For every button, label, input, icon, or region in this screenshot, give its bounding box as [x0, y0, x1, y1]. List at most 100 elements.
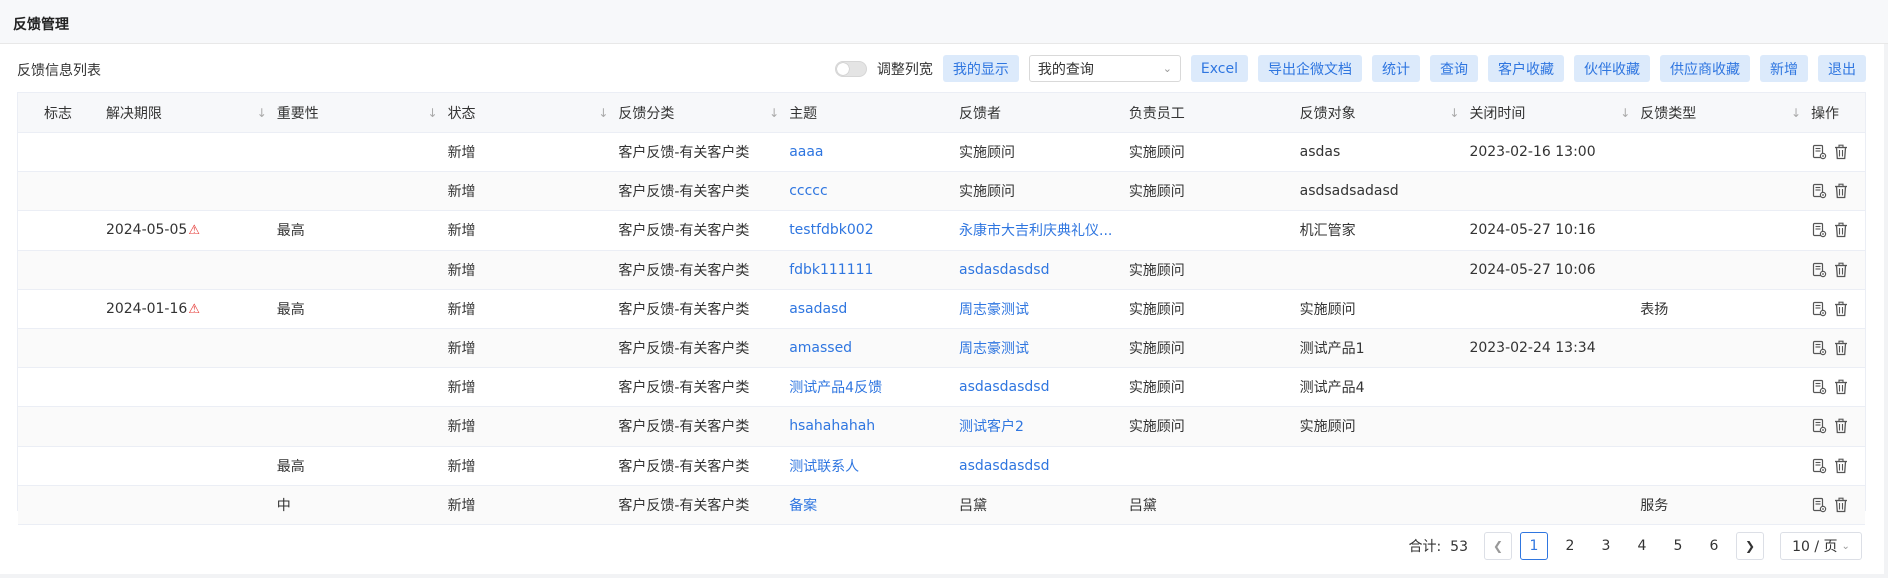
- table-row[interactable]: 新增 客户反馈-有关客户类 hsahahahah 测试客户2 实施顾问 实施顾问: [18, 407, 1865, 447]
- cell-category: 客户反馈-有关客户类: [618, 223, 750, 240]
- col-importance[interactable]: 重要性 ↓: [277, 93, 448, 132]
- page-5[interactable]: 5: [1664, 532, 1692, 560]
- trash-icon[interactable]: [1833, 458, 1849, 474]
- cell-reporter: 吕黛: [959, 497, 987, 514]
- cell-subject-link[interactable]: hsahahahah: [789, 418, 959, 434]
- edit-doc-icon[interactable]: [1811, 340, 1827, 356]
- edit-doc-icon[interactable]: [1811, 262, 1827, 278]
- sort-arrow-down-icon[interactable]: ↓: [1449, 106, 1459, 120]
- trash-icon[interactable]: [1833, 222, 1849, 238]
- edit-doc-icon[interactable]: [1811, 222, 1827, 238]
- page-4[interactable]: 4: [1628, 532, 1656, 560]
- cell-status: 新增: [447, 497, 476, 514]
- col-type[interactable]: 反馈类型 ↓: [1640, 93, 1811, 132]
- sort-arrow-down-icon[interactable]: ↓: [1791, 106, 1801, 120]
- cell-subject-link[interactable]: 测试产品4反馈: [789, 377, 959, 397]
- next-page-button[interactable]: ❯: [1736, 532, 1764, 560]
- supplier-fav-button[interactable]: 供应商收藏: [1660, 55, 1750, 82]
- cell-subject-link[interactable]: 测试联系人: [789, 456, 959, 476]
- cell-reporter[interactable]: asdasdasdsd: [959, 262, 1129, 278]
- adjust-columns-toggle[interactable]: [834, 60, 867, 77]
- cell-actions: [1811, 144, 1865, 160]
- col-closed[interactable]: 关闭时间 ↓: [1469, 93, 1640, 132]
- sort-arrow-down-icon[interactable]: ↓: [769, 106, 779, 120]
- col-subject[interactable]: 主题: [789, 93, 959, 132]
- customer-fav-button[interactable]: 客户收藏: [1488, 55, 1564, 82]
- cell-subject-link[interactable]: 备案: [789, 495, 959, 515]
- cell-reporter[interactable]: asdasdasdsd: [959, 458, 1129, 474]
- col-category[interactable]: 反馈分类 ↓: [618, 93, 789, 132]
- sort-arrow-down-icon[interactable]: ↓: [1620, 106, 1630, 120]
- cell-reporter[interactable]: 测试客户2: [959, 416, 1129, 436]
- query-button[interactable]: 查询: [1430, 55, 1478, 82]
- trash-icon[interactable]: [1833, 379, 1849, 395]
- cell-subject-link[interactable]: amassed: [789, 340, 959, 356]
- cell-owner: 实施顾问: [1128, 301, 1185, 318]
- cell-reporter[interactable]: 周志豪测试: [959, 299, 1129, 319]
- cell-actions: [1811, 379, 1865, 395]
- sort-arrow-down-icon[interactable]: ↓: [428, 106, 438, 120]
- cell-target: asdas: [1299, 144, 1341, 161]
- excel-button[interactable]: Excel: [1190, 55, 1248, 82]
- page-3[interactable]: 3: [1592, 532, 1620, 560]
- table-row[interactable]: 2024-01-16⚠ 最高 新增 客户反馈-有关客户类 asadasd 周志豪测试 实施顾…: [18, 290, 1865, 329]
- trash-icon[interactable]: [1833, 183, 1849, 199]
- table-row[interactable]: 新增 客户反馈-有关客户类 fdbk111111 asdasdasdsd 实施顾问 202…: [18, 250, 1865, 290]
- edit-doc-icon[interactable]: [1811, 301, 1827, 317]
- col-reporter[interactable]: 反馈者: [959, 93, 1129, 132]
- list-title: 反馈信息列表: [17, 63, 101, 79]
- table-row[interactable]: 新增 客户反馈-有关客户类 amassed 周志豪测试 实施顾问 测试产品1 2023-02…: [18, 328, 1865, 369]
- cell-reporter[interactable]: asdasdasdsd: [959, 379, 1129, 395]
- page-size-select[interactable]: 10 / 页 ⌄: [1780, 532, 1862, 560]
- col-owner[interactable]: 负责员工: [1129, 93, 1300, 132]
- table-row[interactable]: 新增 客户反馈-有关客户类 ccccc 实施顾问 实施顾问 asdsadsadasd: [18, 172, 1865, 212]
- page-6[interactable]: 6: [1700, 532, 1728, 560]
- exit-button[interactable]: 退出: [1818, 55, 1866, 82]
- cell-status: 新增: [447, 458, 476, 475]
- export-wecom-button[interactable]: 导出企微文档: [1258, 55, 1362, 82]
- page-1[interactable]: 1: [1520, 532, 1548, 560]
- my-display-button[interactable]: 我的显示: [942, 55, 1019, 82]
- table-row[interactable]: 最高 新增 客户反馈-有关客户类 测试联系人 asdasdasdsd: [18, 447, 1865, 486]
- cell-reporter[interactable]: 永康市大吉利庆典礼仪...: [959, 220, 1129, 240]
- cell-subject-link[interactable]: aaaa: [789, 144, 959, 160]
- edit-doc-icon[interactable]: [1811, 183, 1827, 199]
- edit-doc-icon[interactable]: [1811, 144, 1827, 160]
- col-deadline[interactable]: 解决期限 ↓: [106, 93, 277, 132]
- stats-button[interactable]: 统计: [1372, 55, 1420, 82]
- partner-fav-button[interactable]: 伙伴收藏: [1574, 55, 1650, 82]
- cell-owner: 实施顾问: [1128, 184, 1185, 201]
- edit-doc-icon[interactable]: [1811, 418, 1827, 434]
- table-header: 标志 解决期限 ↓ 重要性 ↓ 状态 ↓ 反馈分类 ↓ 主题 反馈者 负责员工 反馈对象…: [18, 93, 1865, 133]
- cell-subject-link[interactable]: testfdbk002: [789, 222, 959, 238]
- edit-doc-icon[interactable]: [1811, 379, 1827, 395]
- trash-icon[interactable]: [1833, 301, 1849, 317]
- adjust-columns-label: 调整列宽: [876, 61, 933, 78]
- trash-icon[interactable]: [1833, 418, 1849, 434]
- trash-icon[interactable]: [1833, 144, 1849, 160]
- cell-category: 客户反馈-有关客户类: [618, 145, 750, 162]
- prev-page-button[interactable]: ❮: [1484, 532, 1512, 560]
- cell-subject-link[interactable]: asadasd: [789, 301, 959, 317]
- col-status[interactable]: 状态 ↓: [448, 93, 619, 132]
- cell-reporter[interactable]: 周志豪测试: [959, 338, 1129, 358]
- cell-subject-link[interactable]: ccccc: [789, 183, 959, 199]
- cell-subject-link[interactable]: fdbk111111: [789, 262, 959, 278]
- edit-doc-icon[interactable]: [1811, 497, 1827, 513]
- table-row[interactable]: 新增 客户反馈-有关客户类 aaaa 实施顾问 实施顾问 asdas 2023-02-16 …: [18, 133, 1865, 173]
- trash-icon[interactable]: [1833, 340, 1849, 356]
- table-row[interactable]: 2024-05-05⚠ 最高 新增 客户反馈-有关客户类 testfdbk002 永康市大…: [18, 211, 1865, 251]
- sort-arrow-down-icon[interactable]: ↓: [257, 106, 267, 120]
- page-2[interactable]: 2: [1556, 532, 1584, 560]
- table-row[interactable]: 新增 客户反馈-有关客户类 测试产品4反馈 asdasdasdsd 实施顾问 测试产品4: [18, 368, 1865, 408]
- table-row[interactable]: 中新增 客户反馈-有关客户类 备案 吕黛 吕黛 服务: [18, 485, 1865, 525]
- edit-doc-icon[interactable]: [1811, 458, 1827, 474]
- trash-icon[interactable]: [1833, 262, 1849, 278]
- col-flag[interactable]: 标志: [18, 93, 106, 132]
- trash-icon[interactable]: [1833, 497, 1849, 513]
- my-query-select[interactable]: 我的查询 ⌄: [1028, 55, 1181, 82]
- sort-arrow-down-icon[interactable]: ↓: [598, 106, 608, 120]
- main-panel: 反馈信息列表 调整列宽 我的显示 我的查询 ⌄ Excel 导出企微文档 统计 …: [0, 44, 1884, 574]
- col-target[interactable]: 反馈对象 ↓: [1300, 93, 1470, 132]
- add-button[interactable]: 新增: [1760, 55, 1808, 82]
